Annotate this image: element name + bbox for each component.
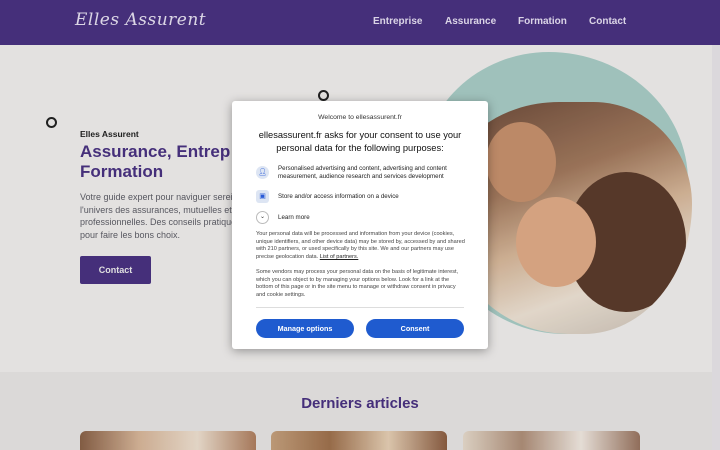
learn-more-link[interactable]: Learn more — [278, 214, 310, 221]
chevron-down-icon[interactable]: ⌄ — [256, 211, 269, 224]
consent-paragraph-2: Some vendors may process your personal d… — [256, 269, 459, 298]
purpose-advertising: Personalised advertising and content, ad… — [278, 165, 447, 180]
consent-dialog: Welcome to ellesassurent.fr ellesassuren… — [232, 101, 488, 349]
consent-paragraph-1-text: Your personal data will be processed and… — [256, 231, 465, 260]
divider — [256, 307, 464, 308]
consent-welcome: Welcome to ellesassurent.fr — [318, 114, 402, 121]
device-icon: ▣ — [256, 190, 269, 203]
partners-link[interactable]: List of partners. — [320, 254, 359, 260]
person-icon: 👤︎ — [256, 166, 269, 179]
consent-paragraph-1: Your personal data will be processed and… — [256, 231, 466, 261]
purpose-storage: Store and/or access information on a dev… — [278, 193, 399, 200]
consent-heading: ellesassurent.fr asks for your consent t… — [258, 130, 462, 153]
consent-button[interactable]: Consent — [366, 319, 464, 338]
manage-options-button[interactable]: Manage options — [256, 319, 354, 338]
